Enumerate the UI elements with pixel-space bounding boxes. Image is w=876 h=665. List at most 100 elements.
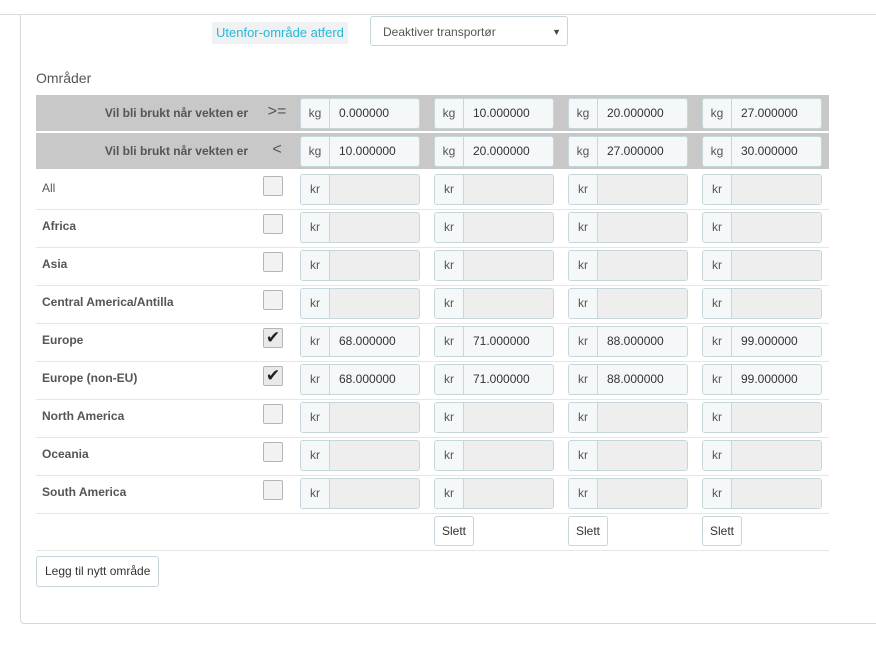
zone-checkbox[interactable]: [263, 480, 283, 500]
zone-price-input-4-value[interactable]: [732, 175, 821, 204]
zone-price-input-2[interactable]: kr: [434, 212, 554, 243]
zone-price-input-4[interactable]: kr: [702, 212, 822, 243]
zone-price-input-1-value[interactable]: [330, 251, 419, 280]
zone-checkbox[interactable]: [263, 214, 283, 234]
zone-price-input-1-value[interactable]: [330, 289, 419, 318]
zone-price-input-4-value[interactable]: [732, 441, 821, 470]
zone-checkbox[interactable]: [263, 442, 283, 462]
zone-price-input-1[interactable]: kr: [300, 440, 420, 471]
zone-price-input-1-value[interactable]: 68.000000: [330, 327, 419, 356]
zone-checkbox[interactable]: ✔: [263, 366, 283, 386]
zone-price-input-1[interactable]: kr: [300, 288, 420, 319]
zone-price-input-4[interactable]: kr: [702, 174, 822, 205]
weight-to-input-3[interactable]: kg 27.000000: [568, 136, 688, 167]
zone-price-input-3[interactable]: kr 88.000000: [568, 326, 688, 357]
zone-price-input-3-value[interactable]: 88.000000: [598, 365, 687, 394]
zone-price-input-1[interactable]: kr: [300, 478, 420, 509]
zone-checkbox[interactable]: [263, 290, 283, 310]
zone-price-input-2[interactable]: kr: [434, 288, 554, 319]
zone-price-input-4-value[interactable]: [732, 403, 821, 432]
zone-price-input-1-value[interactable]: [330, 403, 419, 432]
zone-price-input-2[interactable]: kr: [434, 174, 554, 205]
zone-price-input-4[interactable]: kr: [702, 440, 822, 471]
zone-price-input-2[interactable]: kr: [434, 250, 554, 281]
zone-price-input-1[interactable]: kr 68.000000: [300, 326, 420, 357]
delete-range-button-4[interactable]: Slett: [702, 516, 743, 546]
zone-price-input-2[interactable]: kr 71.000000: [434, 364, 554, 395]
weight-from-input-4-value[interactable]: 27.000000: [732, 99, 821, 128]
zone-price-input-3-value[interactable]: [598, 403, 687, 432]
zone-price-input-2[interactable]: kr: [434, 402, 554, 433]
zone-price-input-4[interactable]: kr: [702, 402, 822, 433]
zone-price-input-4-value[interactable]: [732, 213, 821, 242]
zone-price-input-3-value[interactable]: [598, 213, 687, 242]
zone-price-input-4-value[interactable]: [732, 289, 821, 318]
zone-price-input-2[interactable]: kr: [434, 440, 554, 471]
zone-price-input-1[interactable]: kr 68.000000: [300, 364, 420, 395]
weight-to-input-2[interactable]: kg 20.000000: [434, 136, 554, 167]
zone-price-input-2-value[interactable]: 71.000000: [464, 365, 553, 394]
zone-price-input-4[interactable]: kr 99.000000: [702, 364, 822, 395]
zone-price-input-1[interactable]: kr: [300, 174, 420, 205]
weight-from-input-2-value[interactable]: 10.000000: [464, 99, 553, 128]
zone-price-input-1-value[interactable]: [330, 175, 419, 204]
weight-from-input-1-value[interactable]: 0.000000: [330, 99, 419, 128]
weight-from-input-3[interactable]: kg 20.000000: [568, 98, 688, 129]
weight-to-input-1-value[interactable]: 10.000000: [330, 137, 419, 166]
zone-price-input-3[interactable]: kr: [568, 288, 688, 319]
zone-price-input-3[interactable]: kr: [568, 402, 688, 433]
zone-price-input-1-value[interactable]: [330, 479, 419, 508]
weight-to-input-1[interactable]: kg 10.000000: [300, 136, 420, 167]
zone-price-input-2-value[interactable]: [464, 175, 553, 204]
zone-price-input-4[interactable]: kr 99.000000: [702, 326, 822, 357]
zone-price-input-3[interactable]: kr: [568, 440, 688, 471]
zone-price-input-2-value[interactable]: [464, 403, 553, 432]
zone-price-input-3-value[interactable]: [598, 479, 687, 508]
zone-price-input-4-value[interactable]: 99.000000: [732, 365, 821, 394]
weight-from-input-3-value[interactable]: 20.000000: [598, 99, 687, 128]
zone-price-input-3[interactable]: kr: [568, 478, 688, 509]
add-range-button[interactable]: Legg til nytt område: [36, 556, 160, 587]
zone-price-input-3-value[interactable]: [598, 251, 687, 280]
zone-price-input-1-value[interactable]: [330, 213, 419, 242]
zone-price-input-4[interactable]: kr: [702, 250, 822, 281]
zone-price-input-3-value[interactable]: [598, 289, 687, 318]
zone-price-input-2[interactable]: kr 71.000000: [434, 326, 554, 357]
zone-price-input-2-value[interactable]: [464, 289, 553, 318]
weight-to-input-4[interactable]: kg 30.000000: [702, 136, 822, 167]
zone-price-input-2-value[interactable]: [464, 441, 553, 470]
delete-range-button-2[interactable]: Slett: [434, 516, 475, 546]
zone-price-input-1[interactable]: kr: [300, 212, 420, 243]
zone-price-input-1[interactable]: kr: [300, 250, 420, 281]
zone-checkbox[interactable]: [263, 252, 283, 272]
zone-price-input-4-value[interactable]: [732, 479, 821, 508]
weight-from-input-2[interactable]: kg 10.000000: [434, 98, 554, 129]
zone-price-input-2-value[interactable]: [464, 251, 553, 280]
zone-checkbox[interactable]: [263, 176, 283, 196]
weight-to-input-2-value[interactable]: 20.000000: [464, 137, 553, 166]
zone-price-input-3[interactable]: kr: [568, 174, 688, 205]
zone-price-input-3[interactable]: kr: [568, 250, 688, 281]
zone-price-input-4[interactable]: kr: [702, 478, 822, 509]
zone-price-input-2-value[interactable]: [464, 213, 553, 242]
delete-range-button-3[interactable]: Slett: [568, 516, 609, 546]
zone-price-input-2[interactable]: kr: [434, 478, 554, 509]
zone-price-input-2-value[interactable]: [464, 479, 553, 508]
zone-checkbox[interactable]: ✔: [263, 328, 283, 348]
zone-price-input-4[interactable]: kr: [702, 288, 822, 319]
zone-price-input-3-value[interactable]: [598, 441, 687, 470]
zone-price-input-4-value[interactable]: [732, 251, 821, 280]
zone-price-input-3-value[interactable]: 88.000000: [598, 327, 687, 356]
weight-to-input-4-value[interactable]: 30.000000: [732, 137, 821, 166]
out-of-range-select[interactable]: Deaktiver transportør ▼: [370, 16, 568, 46]
zone-price-input-1[interactable]: kr: [300, 402, 420, 433]
zone-price-input-2-value[interactable]: 71.000000: [464, 327, 553, 356]
zone-checkbox[interactable]: [263, 404, 283, 424]
zone-price-input-3-value[interactable]: [598, 175, 687, 204]
zone-price-input-3[interactable]: kr 88.000000: [568, 364, 688, 395]
weight-to-input-3-value[interactable]: 27.000000: [598, 137, 687, 166]
weight-from-input-1[interactable]: kg 0.000000: [300, 98, 420, 129]
zone-price-input-1-value[interactable]: [330, 441, 419, 470]
weight-from-input-4[interactable]: kg 27.000000: [702, 98, 822, 129]
zone-price-input-3[interactable]: kr: [568, 212, 688, 243]
